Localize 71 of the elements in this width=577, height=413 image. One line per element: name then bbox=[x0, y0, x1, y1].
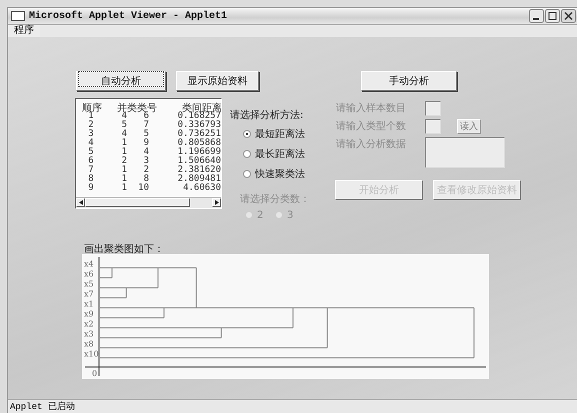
status-bar: Applet 已启动 bbox=[8, 399, 577, 413]
table-cell-text: 3 bbox=[87, 130, 95, 139]
table-cell-text: 0.336793 bbox=[176, 121, 221, 130]
table-cell-text: 9 bbox=[142, 139, 149, 148]
method-label: 请选择分析方法: bbox=[230, 108, 304, 120]
radio-option[interactable]: 快速聚类法 bbox=[243, 164, 328, 184]
table-cell-text: 0.805868 bbox=[176, 139, 221, 148]
leaf-label: x2 bbox=[84, 320, 94, 329]
table-cell-text: 7 bbox=[87, 166, 95, 175]
table-cell-text: 1 bbox=[120, 184, 127, 193]
show-data-button[interactable]: 显示原始资料 bbox=[176, 71, 259, 91]
table-cell-text: 1.196699 bbox=[176, 148, 221, 157]
close-button[interactable] bbox=[561, 9, 576, 23]
table-cell-text: 2 bbox=[87, 121, 95, 130]
table-cell-text: 2.809481 bbox=[176, 175, 221, 184]
table-cell-text: 0.736251 bbox=[176, 130, 221, 139]
table-cell-text: 7 bbox=[142, 121, 149, 130]
leaf-label: x9 bbox=[84, 310, 94, 319]
leaf-label: x1 bbox=[84, 300, 94, 309]
table-cell-text: 8 bbox=[87, 175, 95, 184]
column-header: 顺序 bbox=[81, 102, 103, 112]
field-label: 请输入样本数目 bbox=[336, 102, 407, 116]
chart-title: 画出聚类图如下： bbox=[84, 242, 165, 254]
table-cell-text: 1 bbox=[120, 166, 127, 175]
field-label: 请输入类型个数 bbox=[336, 120, 407, 134]
scroll-right-icon[interactable] bbox=[212, 198, 221, 207]
table-cell-text: 4 bbox=[142, 148, 149, 157]
table-cell-text: 0.168257 bbox=[176, 112, 221, 121]
table-cell-text: 4 bbox=[87, 139, 95, 148]
table-cell-text: 4 bbox=[120, 130, 127, 139]
maximize-button[interactable] bbox=[545, 9, 560, 23]
radio-option[interactable]: 最长距离法 bbox=[243, 144, 328, 164]
leaf-label: x6 bbox=[84, 270, 94, 279]
column-header: 并类类号 bbox=[116, 102, 158, 112]
table-cell-text: 3 bbox=[142, 157, 149, 166]
table-cell-text: 9 bbox=[87, 184, 95, 193]
table-cell-text: 4 bbox=[122, 112, 127, 121]
scroll-left-icon[interactable] bbox=[76, 198, 85, 207]
table-cell-text: 1 bbox=[120, 175, 127, 184]
table-cell-text: 2 bbox=[142, 166, 149, 175]
manual-analysis-button[interactable]: 手动分析 bbox=[361, 71, 457, 91]
table-cell-text: 1 bbox=[88, 112, 94, 121]
leaf-label: x4 bbox=[84, 260, 94, 269]
leaf-label: x3 bbox=[84, 330, 94, 339]
auto-analysis-button[interactable]: 自动分析 bbox=[76, 71, 166, 91]
field-label: 请输入分析数据 bbox=[336, 138, 407, 152]
leaf-label: x8 bbox=[84, 340, 94, 349]
table-cell-text: 10 bbox=[137, 184, 149, 193]
table-cell-text: 6 bbox=[87, 157, 95, 166]
table-cell-text: 8 bbox=[144, 175, 149, 184]
table-cell-text: 4.60630 bbox=[182, 184, 221, 193]
table-cell-text: 1.506640 bbox=[176, 157, 221, 166]
leaf-label: x7 bbox=[84, 290, 94, 299]
scroll-thumb[interactable] bbox=[85, 198, 190, 207]
table-cell-text: 5 bbox=[87, 148, 95, 157]
table-cell-text: 2 bbox=[120, 157, 127, 166]
radio-option[interactable]: 最短距离法 bbox=[243, 124, 328, 144]
minimize-button[interactable] bbox=[529, 9, 544, 23]
leaf-label: x5 bbox=[84, 280, 94, 289]
app-icon bbox=[11, 11, 25, 21]
axis-label: 0 bbox=[92, 369, 98, 378]
table-cell-text: 5 bbox=[120, 121, 127, 130]
table-cell-text: 6 bbox=[144, 112, 149, 121]
class-count-label: 请选择分类数： bbox=[240, 192, 311, 204]
window-title: Microsoft Applet Viewer - Applet1 bbox=[29, 10, 228, 22]
table-cell-text: 1 bbox=[120, 148, 127, 157]
menu-item[interactable]: 程序 bbox=[8, 25, 40, 37]
table-cell-text: 5 bbox=[142, 130, 149, 139]
leaf-label: x10 bbox=[84, 350, 99, 359]
table-cell-text: 2.381620 bbox=[176, 166, 221, 175]
table-cell-text: 1 bbox=[120, 139, 127, 148]
